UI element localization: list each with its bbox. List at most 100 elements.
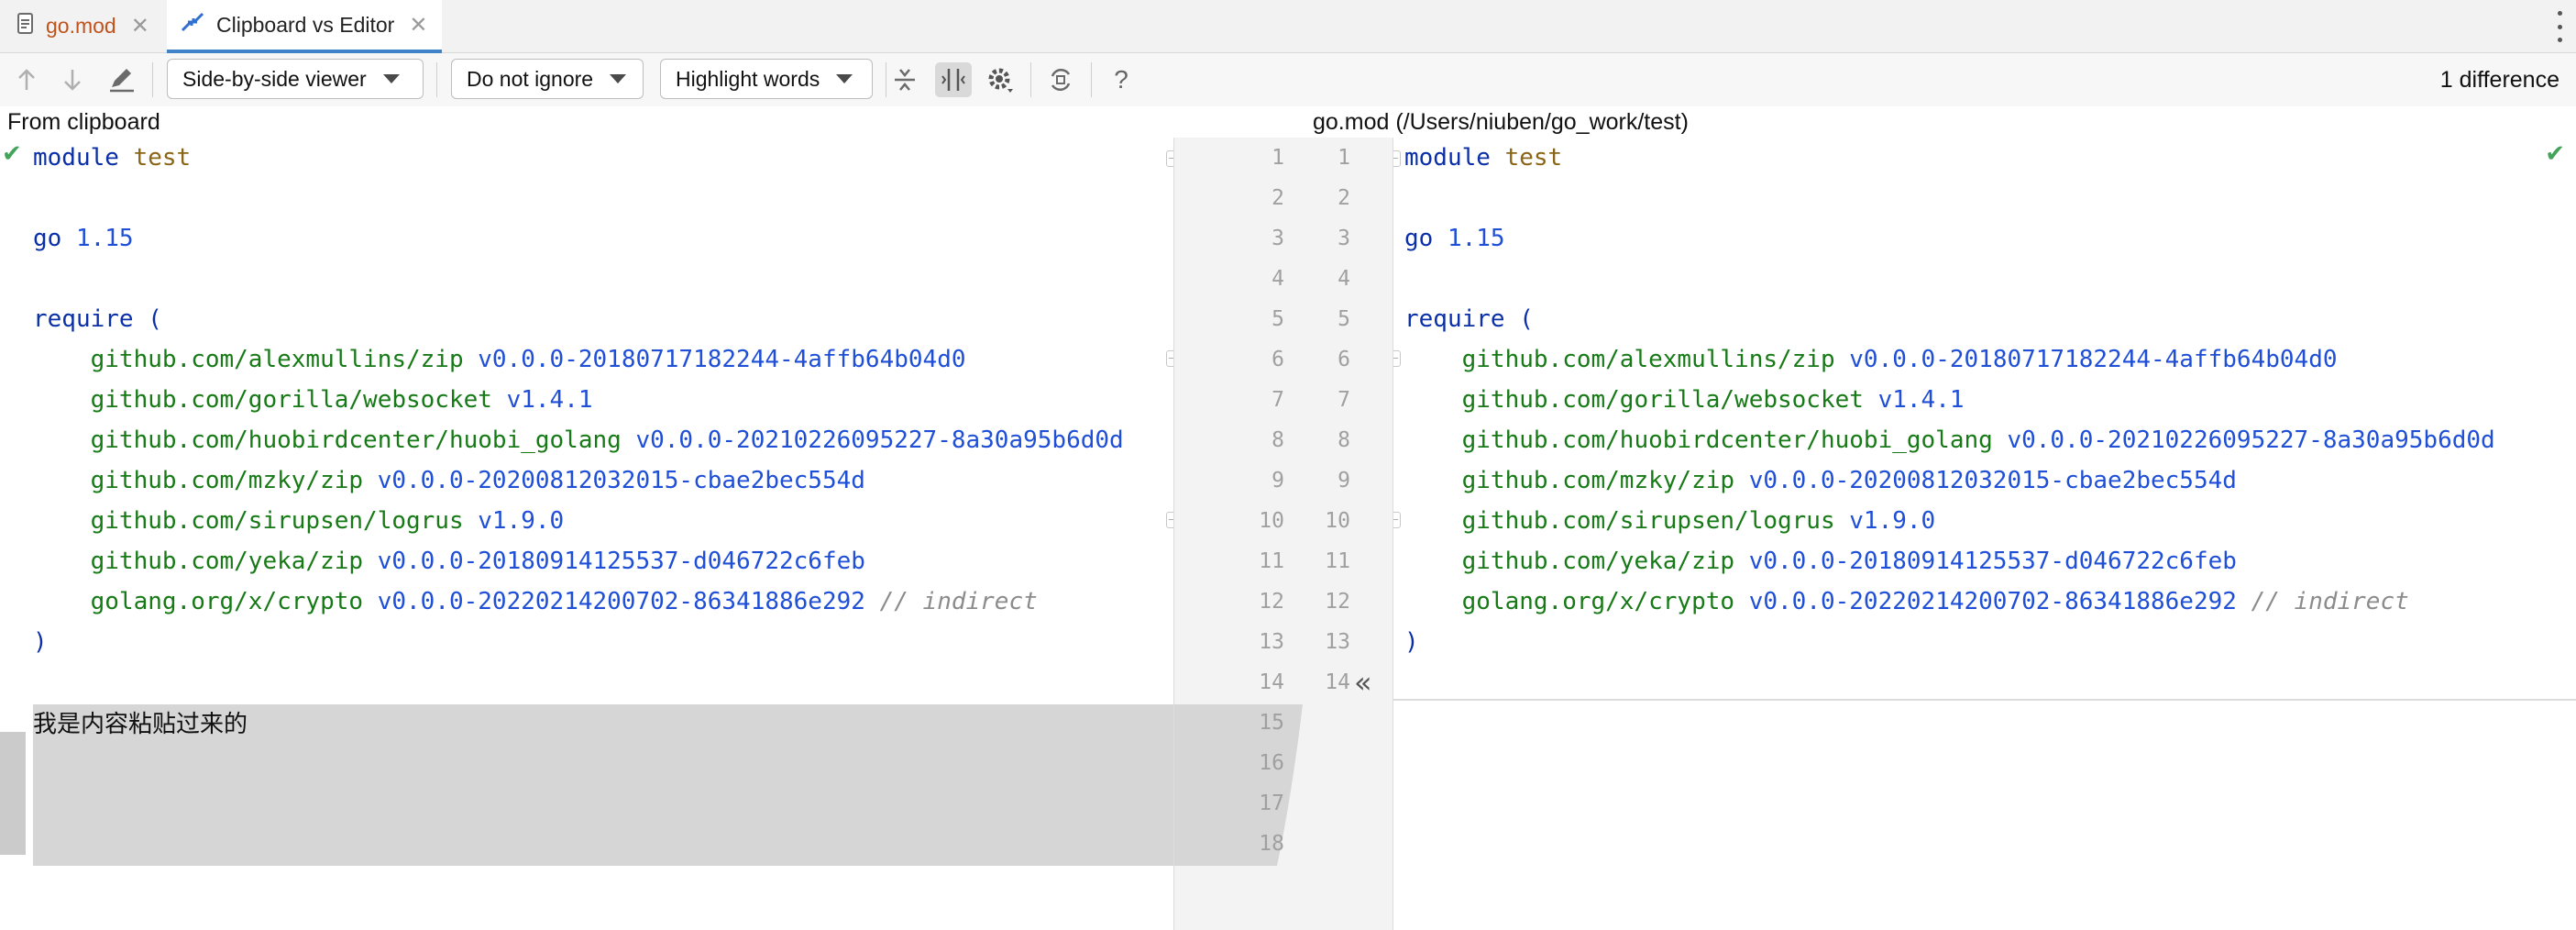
code-line: )	[33, 628, 48, 656]
tab-label: Clipboard vs Editor	[216, 12, 395, 37]
edit-source-icon[interactable]	[106, 53, 138, 106]
collapse-unchanged-icon[interactable]	[891, 53, 919, 106]
line-number: 10	[1259, 509, 1284, 533]
code-line: github.com/gorilla/websocket v1.4.1	[90, 386, 593, 414]
close-icon[interactable]: ✕	[409, 12, 427, 39]
line-number: 12	[1259, 590, 1284, 614]
code-line: github.com/sirupsen/logrus v1.9.0	[1461, 507, 1936, 535]
line-number: 9	[1338, 469, 1350, 493]
viewer-mode-dropdown[interactable]: Side-by-side viewer	[167, 59, 424, 99]
highlight-value: Highlight words	[676, 66, 820, 91]
code-line: github.com/yeka/zip v0.0.0-2018091412553…	[1461, 548, 2237, 575]
line-number: 13	[1325, 630, 1350, 654]
chevron-down-icon	[610, 74, 627, 83]
line-number: 9	[1271, 469, 1284, 493]
close-icon[interactable]: ✕	[131, 13, 149, 39]
tab-go-mod[interactable]: go.mod ✕	[17, 0, 149, 52]
more-vertical-icon[interactable]	[2556, 11, 2563, 42]
code-line: require (	[33, 305, 162, 333]
code-line: go 1.15	[1404, 225, 1505, 252]
code-line: golang.org/x/crypto v0.0.0-2022021420070…	[1461, 588, 2409, 615]
diff-toolbar: Side-by-side viewer Do not ignore Highli…	[0, 53, 2576, 106]
change-marker	[0, 732, 26, 855]
line-number: 13	[1259, 630, 1284, 654]
ignore-whitespace-dropdown[interactable]: Do not ignore	[451, 59, 644, 99]
toolbar-separator	[1091, 62, 1092, 97]
code-line: go 1.15	[33, 225, 134, 252]
tab-clipboard-vs-editor[interactable]: Clipboard vs Editor ✕	[167, 0, 442, 53]
line-number: 8	[1338, 428, 1350, 452]
checkmark-icon: ✔	[2545, 139, 2565, 167]
code-line: github.com/mzky/zip v0.0.0-2020081203201…	[1461, 467, 2237, 494]
line-number: 2	[1338, 186, 1350, 210]
code-line: module test	[33, 144, 192, 172]
inserted-text: 我是内容粘贴过来的	[33, 711, 248, 738]
line-number: 2	[1271, 186, 1284, 210]
line-number: 10	[1325, 509, 1350, 533]
previous-difference-icon[interactable]	[13, 53, 40, 106]
fold-marker-icon[interactable]	[1166, 512, 1173, 528]
line-number: 6	[1271, 348, 1284, 371]
left-panel-title: From clipboard	[7, 109, 160, 135]
help-icon[interactable]: ?	[1107, 53, 1135, 106]
line-number: 1	[1271, 146, 1284, 170]
toolbar-separator	[1030, 62, 1031, 97]
swap-sides-icon[interactable]	[1045, 53, 1076, 106]
line-number: 5	[1338, 307, 1350, 331]
line-number: 4	[1338, 267, 1350, 291]
fold-marker-icon[interactable]	[1166, 350, 1173, 367]
code-line: github.com/huobirdcenter/huobi_golang v0…	[90, 426, 1124, 454]
highlight-mode-dropdown[interactable]: Highlight words	[660, 59, 873, 99]
tab-label: go.mod	[46, 14, 116, 38]
line-number: 18	[1259, 832, 1284, 856]
fold-marker-icon[interactable]	[1393, 350, 1401, 367]
checkmark-icon: ✔	[2, 139, 22, 167]
line-number: 15	[1259, 711, 1284, 735]
gear-icon[interactable]	[985, 53, 1016, 106]
diff-gutter: 1 2 3 4 5 6 7 8 9 10 11 12 13 14 15 16 17 18 1 2 3 4 5 6 7 8 9 10 1…	[1173, 138, 1393, 930]
right-panel-title: go.mod (/Users/niuben/go_work/test)	[1313, 109, 1689, 135]
apply-left-icon[interactable]: «	[1354, 662, 1372, 703]
line-number: 11	[1325, 549, 1350, 573]
tab-bar: go.mod ✕ Clipboard vs Editor ✕	[0, 0, 2576, 53]
toolbar-separator	[436, 62, 437, 97]
chevron-down-icon	[836, 74, 853, 83]
file-text-icon	[17, 12, 35, 40]
line-number: 14	[1259, 670, 1284, 694]
right-editor-pane[interactable]: ✔ module test go 1.15 require ( github.c…	[1393, 138, 2576, 930]
viewer-mode-value: Side-by-side viewer	[182, 66, 367, 91]
toolbar-separator	[152, 62, 153, 97]
code-line: github.com/huobirdcenter/huobi_golang v0…	[1461, 426, 2495, 454]
line-number: 7	[1271, 388, 1284, 412]
line-number: 16	[1259, 751, 1284, 775]
next-difference-icon[interactable]	[59, 53, 86, 106]
line-number: 3	[1338, 227, 1350, 250]
diff-boundary-line	[1393, 699, 2576, 701]
line-number: 4	[1271, 267, 1284, 291]
left-editor-pane[interactable]: ✔ module test go 1.15 require ( github.c…	[0, 138, 1173, 930]
sync-scroll-icon[interactable]	[935, 53, 972, 106]
code-line: require (	[1404, 305, 1534, 333]
line-number: 14	[1325, 670, 1350, 694]
line-number: 17	[1259, 792, 1284, 815]
right-code: module test go 1.15 require ( github.com…	[1404, 138, 2495, 662]
code-line: module test	[1404, 144, 1563, 172]
line-number: 1	[1338, 146, 1350, 170]
ignore-value: Do not ignore	[467, 66, 594, 91]
fold-marker-icon[interactable]	[1393, 512, 1401, 528]
left-code: module test go 1.15 require ( github.com…	[33, 138, 1124, 662]
line-number: 3	[1271, 227, 1284, 250]
line-number: 7	[1338, 388, 1350, 412]
fold-marker-icon[interactable]	[1166, 150, 1173, 167]
line-number: 8	[1271, 428, 1284, 452]
line-number: 12	[1325, 590, 1350, 614]
fold-marker-icon[interactable]	[1393, 150, 1401, 167]
code-line: golang.org/x/crypto v0.0.0-2022021420070…	[90, 588, 1038, 615]
line-number: 11	[1259, 549, 1284, 573]
code-line: github.com/mzky/zip v0.0.0-2020081203201…	[90, 467, 865, 494]
code-line: )	[1404, 628, 1419, 656]
chevron-down-icon	[382, 74, 400, 83]
